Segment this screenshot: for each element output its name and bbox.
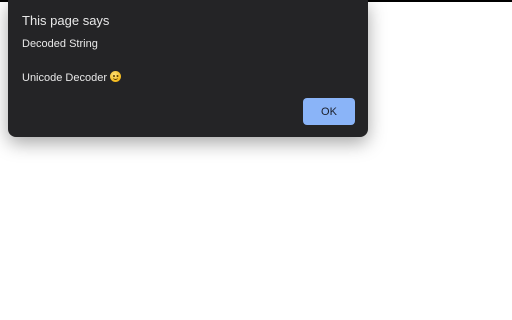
message-line-unicode-decoder: Unicode Decoder	[22, 71, 121, 84]
ok-button[interactable]: OK	[303, 98, 355, 125]
message-text: Decoded String	[22, 38, 98, 50]
dialog-title: This page says	[22, 13, 110, 28]
message-line-decoded-string: Decoded String	[22, 38, 121, 51]
dialog-message: Decoded String Unicode Decoder	[22, 38, 121, 84]
message-text: Unicode Decoder	[22, 72, 107, 84]
alert-dialog: This page says Decoded String Unicode De…	[8, 0, 368, 137]
grinning-face-icon	[110, 71, 121, 82]
